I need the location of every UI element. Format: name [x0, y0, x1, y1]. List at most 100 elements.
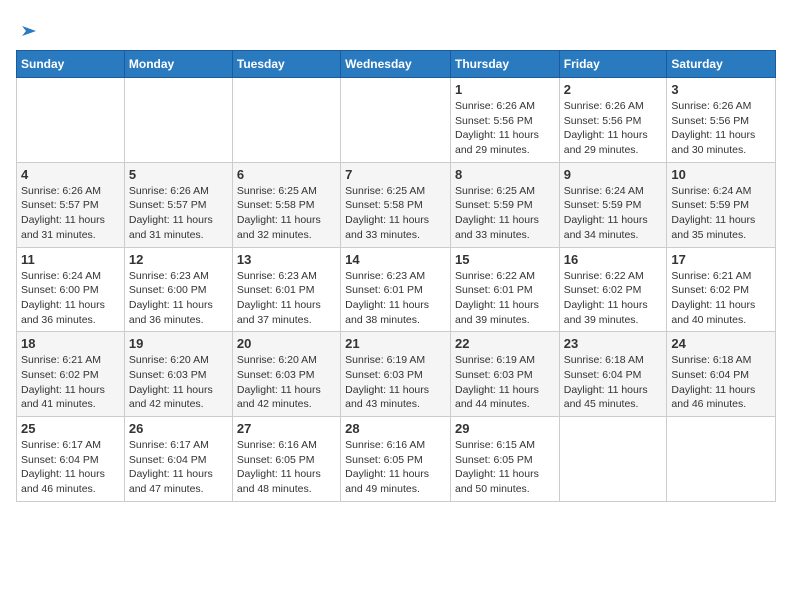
- day-info: Sunrise: 6:22 AM Sunset: 6:02 PM Dayligh…: [564, 269, 663, 328]
- day-info: Sunrise: 6:17 AM Sunset: 6:04 PM Dayligh…: [21, 438, 120, 497]
- logo-icon: [18, 20, 40, 42]
- calendar-cell: 6 Sunrise: 6:25 AM Sunset: 5:58 PM Daylig…: [232, 162, 340, 247]
- day-number: 9: [564, 167, 663, 182]
- calendar-cell: 23Sunrise: 6:18 AM Sunset: 6:04 PM Dayli…: [559, 332, 667, 417]
- calendar-header-row: SundayMondayTuesdayWednesdayThursdayFrid…: [17, 51, 776, 78]
- day-number: 28: [345, 421, 446, 436]
- day-info: Sunrise: 6:20 AM Sunset: 6:03 PM Dayligh…: [129, 353, 228, 412]
- day-number: 1: [455, 82, 555, 97]
- calendar-cell: 25 Sunrise: 6:17 AM Sunset: 6:04 PM Dayli…: [17, 417, 125, 502]
- day-number: 6: [237, 167, 336, 182]
- calendar-cell: 2Sunrise: 6:26 AM Sunset: 5:56 PM Daylig…: [559, 78, 667, 163]
- calendar-cell: 16 Sunrise: 6:22 AM Sunset: 6:02 PM Dayli…: [559, 247, 667, 332]
- calendar-cell: 5 Sunrise: 6:26 AM Sunset: 5:57 PM Daylig…: [124, 162, 232, 247]
- day-number: 22: [455, 336, 555, 351]
- day-info: Sunrise: 6:26 AM Sunset: 5:57 PM Dayligh…: [129, 184, 228, 243]
- day-info: Sunrise: 6:23 AM Sunset: 6:01 PM Dayligh…: [237, 269, 336, 328]
- day-info: Sunrise: 6:26 AM Sunset: 5:57 PM Dayligh…: [21, 184, 120, 243]
- day-number: 25: [21, 421, 120, 436]
- day-info: Sunrise: 6:26 AM Sunset: 5:56 PM Dayligh…: [455, 99, 555, 158]
- calendar-cell: 15Sunrise: 6:22 AM Sunset: 6:01 PM Dayli…: [450, 247, 559, 332]
- calendar-cell: [17, 78, 125, 163]
- header: [16, 16, 776, 42]
- calendar-cell: 3 Sunrise: 6:26 AM Sunset: 5:56 PM Daylig…: [667, 78, 776, 163]
- day-header: Wednesday: [341, 51, 451, 78]
- day-number: 10: [671, 167, 771, 182]
- calendar-cell: 29 Sunrise: 6:15 AM Sunset: 6:05 PM Dayli…: [450, 417, 559, 502]
- calendar-body: 1 Sunrise: 6:26 AM Sunset: 5:56 PM Daylig…: [17, 78, 776, 502]
- day-number: 17: [671, 252, 771, 267]
- calendar-cell: 26Sunrise: 6:17 AM Sunset: 6:04 PM Dayli…: [124, 417, 232, 502]
- day-number: 12: [129, 252, 228, 267]
- calendar-cell: 19 Sunrise: 6:20 AM Sunset: 6:03 PM Dayli…: [124, 332, 232, 417]
- day-number: 4: [21, 167, 120, 182]
- calendar-week-row: 1 Sunrise: 6:26 AM Sunset: 5:56 PM Daylig…: [17, 78, 776, 163]
- day-info: Sunrise: 6:15 AM Sunset: 6:05 PM Dayligh…: [455, 438, 555, 497]
- day-number: 29: [455, 421, 555, 436]
- day-info: Sunrise: 6:26 AM Sunset: 5:56 PM Dayligh…: [671, 99, 771, 158]
- calendar-cell: 18 Sunrise: 6:21 AM Sunset: 6:02 PM Dayli…: [17, 332, 125, 417]
- day-number: 20: [237, 336, 336, 351]
- day-header: Tuesday: [232, 51, 340, 78]
- day-info: Sunrise: 6:23 AM Sunset: 6:01 PM Dayligh…: [345, 269, 446, 328]
- calendar-cell: [667, 417, 776, 502]
- day-number: 7: [345, 167, 446, 182]
- day-info: Sunrise: 6:22 AM Sunset: 6:01 PM Dayligh…: [455, 269, 555, 328]
- day-number: 13: [237, 252, 336, 267]
- day-info: Sunrise: 6:20 AM Sunset: 6:03 PM Dayligh…: [237, 353, 336, 412]
- day-info: Sunrise: 6:19 AM Sunset: 6:03 PM Dayligh…: [455, 353, 555, 412]
- calendar-cell: 7 Sunrise: 6:25 AM Sunset: 5:58 PM Daylig…: [341, 162, 451, 247]
- day-number: 8: [455, 167, 555, 182]
- calendar-cell: 17 Sunrise: 6:21 AM Sunset: 6:02 PM Dayli…: [667, 247, 776, 332]
- day-number: 19: [129, 336, 228, 351]
- day-info: Sunrise: 6:19 AM Sunset: 6:03 PM Dayligh…: [345, 353, 446, 412]
- calendar-cell: 20 Sunrise: 6:20 AM Sunset: 6:03 PM Dayli…: [232, 332, 340, 417]
- calendar-cell: 10 Sunrise: 6:24 AM Sunset: 5:59 PM Dayli…: [667, 162, 776, 247]
- day-number: 21: [345, 336, 446, 351]
- day-number: 11: [21, 252, 120, 267]
- day-number: 18: [21, 336, 120, 351]
- calendar-cell: 27 Sunrise: 6:16 AM Sunset: 6:05 PM Dayli…: [232, 417, 340, 502]
- day-info: Sunrise: 6:18 AM Sunset: 6:04 PM Dayligh…: [671, 353, 771, 412]
- calendar-cell: 4 Sunrise: 6:26 AM Sunset: 5:57 PM Daylig…: [17, 162, 125, 247]
- calendar-cell: 1 Sunrise: 6:26 AM Sunset: 5:56 PM Daylig…: [450, 78, 559, 163]
- day-info: Sunrise: 6:16 AM Sunset: 6:05 PM Dayligh…: [237, 438, 336, 497]
- calendar-cell: 14 Sunrise: 6:23 AM Sunset: 6:01 PM Dayli…: [341, 247, 451, 332]
- calendar-cell: 13 Sunrise: 6:23 AM Sunset: 6:01 PM Dayli…: [232, 247, 340, 332]
- logo: [16, 20, 40, 42]
- calendar-cell: [559, 417, 667, 502]
- day-info: Sunrise: 6:24 AM Sunset: 5:59 PM Dayligh…: [671, 184, 771, 243]
- day-info: Sunrise: 6:16 AM Sunset: 6:05 PM Dayligh…: [345, 438, 446, 497]
- day-header: Friday: [559, 51, 667, 78]
- calendar-cell: 8 Sunrise: 6:25 AM Sunset: 5:59 PM Daylig…: [450, 162, 559, 247]
- day-number: 14: [345, 252, 446, 267]
- day-number: 5: [129, 167, 228, 182]
- day-info: Sunrise: 6:25 AM Sunset: 5:58 PM Dayligh…: [345, 184, 446, 243]
- calendar-cell: 22 Sunrise: 6:19 AM Sunset: 6:03 PM Dayli…: [450, 332, 559, 417]
- calendar-cell: 12 Sunrise: 6:23 AM Sunset: 6:00 PM Dayli…: [124, 247, 232, 332]
- day-number: 3: [671, 82, 771, 97]
- day-info: Sunrise: 6:17 AM Sunset: 6:04 PM Dayligh…: [129, 438, 228, 497]
- day-info: Sunrise: 6:23 AM Sunset: 6:00 PM Dayligh…: [129, 269, 228, 328]
- calendar-cell: 9Sunrise: 6:24 AM Sunset: 5:59 PM Daylig…: [559, 162, 667, 247]
- calendar-cell: [341, 78, 451, 163]
- day-header: Saturday: [667, 51, 776, 78]
- calendar-cell: [232, 78, 340, 163]
- day-number: 16: [564, 252, 663, 267]
- day-header: Monday: [124, 51, 232, 78]
- day-info: Sunrise: 6:21 AM Sunset: 6:02 PM Dayligh…: [21, 353, 120, 412]
- calendar-week-row: 4 Sunrise: 6:26 AM Sunset: 5:57 PM Daylig…: [17, 162, 776, 247]
- calendar-table: SundayMondayTuesdayWednesdayThursdayFrid…: [16, 50, 776, 502]
- calendar-cell: 28 Sunrise: 6:16 AM Sunset: 6:05 PM Dayli…: [341, 417, 451, 502]
- calendar-week-row: 25 Sunrise: 6:17 AM Sunset: 6:04 PM Dayli…: [17, 417, 776, 502]
- day-info: Sunrise: 6:21 AM Sunset: 6:02 PM Dayligh…: [671, 269, 771, 328]
- calendar-week-row: 11Sunrise: 6:24 AM Sunset: 6:00 PM Dayli…: [17, 247, 776, 332]
- calendar-cell: 21 Sunrise: 6:19 AM Sunset: 6:03 PM Dayli…: [341, 332, 451, 417]
- calendar-week-row: 18 Sunrise: 6:21 AM Sunset: 6:02 PM Dayli…: [17, 332, 776, 417]
- day-info: Sunrise: 6:25 AM Sunset: 5:59 PM Dayligh…: [455, 184, 555, 243]
- day-number: 27: [237, 421, 336, 436]
- day-info: Sunrise: 6:26 AM Sunset: 5:56 PM Dayligh…: [564, 99, 663, 158]
- calendar-cell: [124, 78, 232, 163]
- day-info: Sunrise: 6:25 AM Sunset: 5:58 PM Dayligh…: [237, 184, 336, 243]
- day-number: 24: [671, 336, 771, 351]
